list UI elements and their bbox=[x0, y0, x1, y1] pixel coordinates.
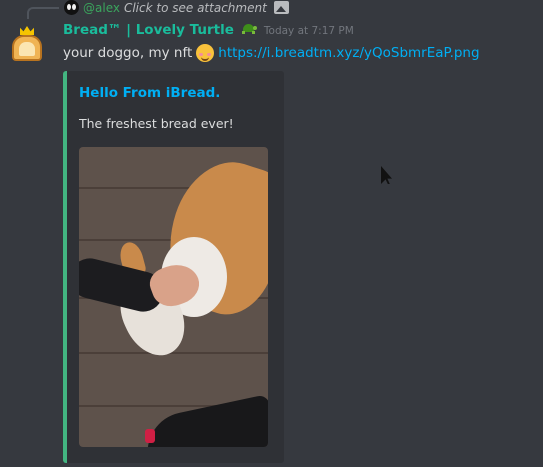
blush-emoji-icon bbox=[196, 44, 215, 62]
timestamp: Today at 7:17 PM bbox=[263, 25, 354, 37]
reply-username[interactable]: @alex bbox=[83, 1, 120, 15]
image-link[interactable]: https://i.breadtm.xyz/yQoSbmrEaP.png bbox=[218, 45, 479, 61]
message-text: your doggo, my nft bbox=[63, 45, 193, 61]
message-header: Bread™ | Lovely Turtle Today at 7:17 PM bbox=[63, 22, 354, 38]
embed-image[interactable] bbox=[79, 147, 268, 447]
crown-icon bbox=[20, 26, 34, 35]
embed-title[interactable]: Hello From iBread. bbox=[79, 85, 220, 101]
username[interactable]: Bread™ | Lovely Turtle bbox=[63, 22, 234, 38]
reply-connector bbox=[27, 7, 59, 19]
image-icon bbox=[273, 1, 289, 14]
person-foot bbox=[140, 394, 268, 447]
message-content: your doggo, my nft https://i.breadtm.xyz… bbox=[63, 44, 480, 62]
link-embed: Hello From iBread. The freshest bread ev… bbox=[63, 71, 284, 463]
bread-icon bbox=[12, 35, 42, 61]
reply-reference[interactable]: @alex Click to see attachment bbox=[64, 0, 289, 15]
turtle-icon bbox=[241, 23, 257, 35]
avatar[interactable] bbox=[10, 26, 46, 63]
shoe-accent bbox=[145, 429, 155, 443]
reply-attachment-text[interactable]: Click to see attachment bbox=[124, 1, 267, 15]
mouse-cursor-icon bbox=[381, 166, 392, 184]
reply-avatar[interactable] bbox=[64, 0, 79, 15]
embed-description: The freshest bread ever! bbox=[79, 116, 234, 131]
